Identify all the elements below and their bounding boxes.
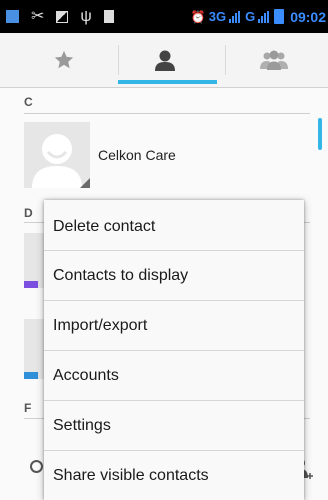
group-icon bbox=[259, 50, 288, 70]
contact-name: Celkon Care bbox=[98, 147, 176, 163]
usb-icon: ψ bbox=[80, 7, 92, 25]
clock: 09:02 bbox=[290, 8, 326, 25]
storage-icon bbox=[103, 10, 114, 23]
app-icon bbox=[6, 10, 19, 23]
menu-item-accounts[interactable]: Accounts bbox=[44, 351, 304, 400]
person-icon bbox=[154, 50, 175, 71]
tab-groups[interactable] bbox=[219, 33, 328, 87]
network-type: 3G bbox=[208, 9, 227, 24]
notification-icons: ✂ ψ bbox=[0, 7, 114, 25]
section-header-d: D bbox=[24, 206, 33, 220]
signal-icon bbox=[229, 10, 242, 23]
section-divider bbox=[24, 113, 310, 114]
battery-icon bbox=[274, 9, 285, 24]
account-badge bbox=[24, 281, 38, 288]
scrollbar[interactable] bbox=[318, 118, 322, 150]
star-icon bbox=[54, 50, 73, 69]
alarm-icon: ⏰ bbox=[190, 9, 206, 24]
menu-item-import-export[interactable]: Import/export bbox=[44, 301, 304, 350]
section-header-f: F bbox=[24, 401, 32, 415]
tab-favorites[interactable] bbox=[9, 33, 118, 87]
status-bar: ✂ ψ ⏰ 3G G 09:02 bbox=[0, 0, 328, 33]
section-header-c: C bbox=[24, 95, 33, 109]
account-badge bbox=[24, 372, 38, 379]
menu-item-settings[interactable]: Settings bbox=[44, 401, 304, 450]
menu-item-share-visible-contacts[interactable]: Share visible contacts bbox=[44, 451, 304, 500]
search-icon[interactable] bbox=[30, 460, 43, 473]
menu-item-contacts-to-display[interactable]: Contacts to display bbox=[44, 251, 304, 300]
selected-tab-indicator bbox=[118, 80, 217, 84]
quick-contact-badge bbox=[80, 178, 90, 188]
contact-avatar bbox=[24, 122, 90, 188]
status-indicators: ⏰ 3G G 09:02 bbox=[191, 0, 328, 33]
contact-avatar bbox=[24, 233, 46, 288]
second-network-type: G bbox=[245, 9, 256, 24]
second-signal-icon bbox=[258, 10, 271, 23]
contact-avatar bbox=[24, 319, 46, 379]
menu-item-delete-contact[interactable]: Delete contact bbox=[44, 202, 304, 251]
missed-call-icon: ✂ bbox=[31, 7, 45, 25]
tab-contacts[interactable] bbox=[110, 33, 219, 87]
overflow-menu: Delete contact Contacts to display Impor… bbox=[44, 200, 304, 500]
tab-bar bbox=[0, 33, 328, 88]
image-icon bbox=[56, 10, 69, 23]
